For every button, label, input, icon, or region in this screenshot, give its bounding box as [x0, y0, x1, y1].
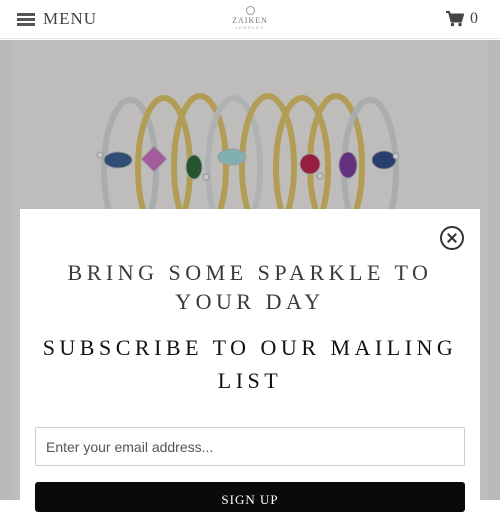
- logo-subtitle: JEWELRY: [235, 25, 265, 30]
- shopping-cart-icon: [446, 11, 464, 27]
- site-header: MENU ZAIKEN JEWELRY 0: [0, 0, 500, 39]
- cart-count: 0: [470, 10, 478, 27]
- logo-mark-icon: [245, 6, 255, 15]
- close-icon[interactable]: [440, 226, 464, 250]
- email-input[interactable]: [35, 427, 465, 466]
- logo-name: ZAIKEN: [232, 16, 268, 25]
- menu-label: MENU: [43, 9, 98, 28]
- popup-heading: SUBSCRIBE TO OUR MAILING LIST: [42, 335, 458, 393]
- menu-button[interactable]: MENU: [17, 9, 97, 29]
- newsletter-popup: BRING SOME SPARKLE TO YOUR DAY SUBSCRIBE…: [20, 209, 480, 512]
- signup-button[interactable]: SIGN UP: [35, 482, 465, 512]
- popup-tagline: BRING SOME SPARKLE TO YOUR DAY: [67, 260, 433, 314]
- cart-button[interactable]: 0: [446, 10, 478, 28]
- logo[interactable]: ZAIKEN JEWELRY: [225, 6, 275, 34]
- hamburger-icon: [17, 12, 35, 26]
